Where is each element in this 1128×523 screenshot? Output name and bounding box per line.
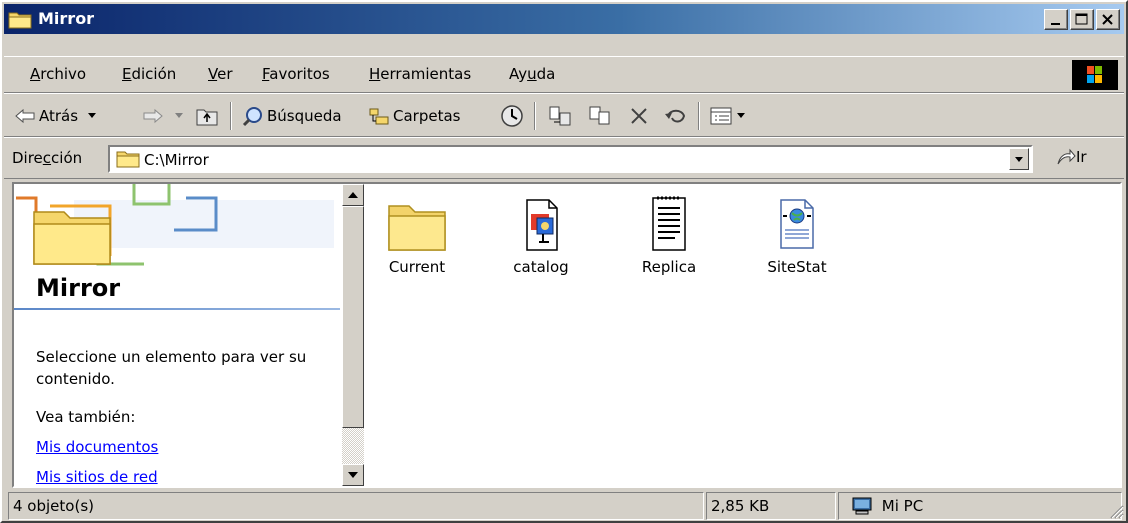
see-also-label: Vea también: [36, 408, 136, 426]
up-folder-button[interactable] [196, 104, 221, 128]
move-to-icon [549, 106, 571, 126]
folder-icon [116, 151, 140, 168]
forward-arrow-icon [143, 108, 163, 124]
search-icon [242, 107, 262, 127]
scroll-down-button[interactable] [342, 464, 364, 486]
folders-icon [369, 108, 389, 125]
file-label: catalog [513, 258, 569, 276]
copy-to-icon [589, 106, 610, 125]
folder-icon [8, 12, 32, 29]
dropdown-arrow-icon [175, 113, 183, 118]
file-item-catalog[interactable]: catalog [496, 190, 586, 276]
close-icon [1102, 14, 1113, 25]
history-button[interactable] [500, 104, 527, 128]
computer-icon [852, 497, 872, 515]
catalog-file-icon [526, 199, 558, 251]
back-label: Atrás [39, 107, 79, 125]
dropdown-arrow-icon [737, 113, 745, 118]
file-list: Current catalog Replica SiteStat [366, 184, 1120, 486]
search-label: Búsqueda [267, 107, 342, 125]
minimize-button[interactable] [1044, 9, 1068, 30]
back-arrow-icon [15, 108, 35, 124]
pane-title: Mirror [36, 274, 121, 302]
delete-button[interactable] [628, 104, 653, 128]
status-object-count: 4 objeto(s) [8, 492, 704, 520]
go-button[interactable]: Ir [1056, 148, 1087, 166]
web-document-icon [780, 199, 814, 249]
folder-banner-icon [16, 184, 334, 266]
zone-label: Mi PC [881, 497, 924, 515]
views-icon [710, 107, 732, 125]
move-to-button[interactable] [548, 104, 575, 128]
toolbar: Atrás Búsqueda Carpetas [4, 93, 1124, 137]
resize-grip-icon[interactable] [1108, 503, 1124, 519]
scroll-thumb[interactable] [342, 206, 364, 428]
address-input[interactable]: C:\Mirror [108, 145, 1033, 173]
file-item-current[interactable]: Current [372, 190, 462, 276]
menu-ver[interactable]: Ver [208, 65, 233, 83]
file-item-replica[interactable]: Replica [624, 190, 714, 276]
close-button[interactable] [1096, 9, 1120, 30]
status-size: 2,85 KB [706, 492, 836, 520]
maximize-button[interactable] [1070, 9, 1094, 30]
address-value: C:\Mirror [144, 151, 209, 169]
windows-logo [1072, 60, 1118, 90]
status-bar: 4 objeto(s) 2,85 KB Mi PC [4, 490, 1128, 523]
menu-bar: Archivo Edición Ver Favoritos Herramient… [4, 56, 1124, 93]
menu-herramientas[interactable]: Herramientas [369, 65, 471, 83]
status-zone: Mi PC [838, 492, 1122, 520]
history-icon [501, 105, 523, 127]
chevron-down-icon [348, 472, 358, 478]
file-label: Current [388, 258, 446, 276]
windows-flag-icon [1087, 66, 1102, 83]
scroll-up-button[interactable] [342, 184, 364, 206]
file-item-sitestat[interactable]: SiteStat [752, 190, 842, 276]
folders-label: Carpetas [393, 107, 461, 125]
info-pane: Mirror Seleccione un elemento para ver s… [14, 184, 342, 486]
address-dropdown-button[interactable] [1009, 148, 1029, 170]
link-mis-documentos[interactable]: Mis documentos [36, 438, 158, 456]
link-mis-sitios-de-red[interactable]: Mis sitios de red [36, 468, 158, 486]
dropdown-arrow-icon [88, 113, 97, 118]
address-bar: Dirección C:\Mirror Ir [4, 137, 1124, 179]
minimize-icon [1051, 23, 1060, 25]
title-bar[interactable]: Mirror [4, 4, 1124, 34]
file-label: SiteStat [767, 258, 827, 276]
up-folder-icon [196, 109, 218, 126]
toolbar-separator [534, 102, 536, 130]
menu-favoritos[interactable]: Favoritos [262, 65, 330, 83]
delete-icon [631, 108, 647, 124]
copy-to-button[interactable] [588, 104, 615, 128]
go-label: Ir [1076, 148, 1087, 166]
undo-icon [665, 109, 686, 123]
content-area: Mirror Seleccione un elemento para ver s… [12, 182, 1122, 488]
search-button[interactable]: Búsqueda [242, 104, 342, 128]
explorer-window: Mirror Archivo Edición Ver Favoritos Her… [0, 0, 1128, 523]
file-label: Replica [641, 258, 697, 276]
forward-button[interactable] [142, 104, 186, 128]
text-document-icon [652, 196, 686, 251]
menu-archivo[interactable]: Archivo [30, 65, 86, 83]
folder-icon [388, 205, 446, 251]
pane-description: Seleccione un elemento para ver su conte… [36, 348, 307, 388]
back-button[interactable]: Atrás [14, 104, 99, 128]
menu-ayuda[interactable]: Ayuda [509, 65, 555, 83]
address-label: Dirección [12, 149, 83, 167]
views-button[interactable] [710, 104, 748, 128]
toolbar-separator [230, 102, 232, 130]
go-arrow-icon [1057, 148, 1076, 165]
toolbar-separator [698, 102, 700, 130]
pane-divider [14, 308, 340, 310]
chevron-up-icon [348, 192, 358, 198]
vertical-scrollbar[interactable] [342, 184, 364, 486]
maximize-icon [1075, 13, 1088, 25]
folders-button[interactable]: Carpetas [368, 104, 460, 128]
menu-edicion[interactable]: Edición [122, 65, 176, 83]
chevron-down-icon [1015, 157, 1023, 162]
undo-button[interactable] [664, 104, 691, 128]
window-title: Mirror [38, 9, 95, 28]
